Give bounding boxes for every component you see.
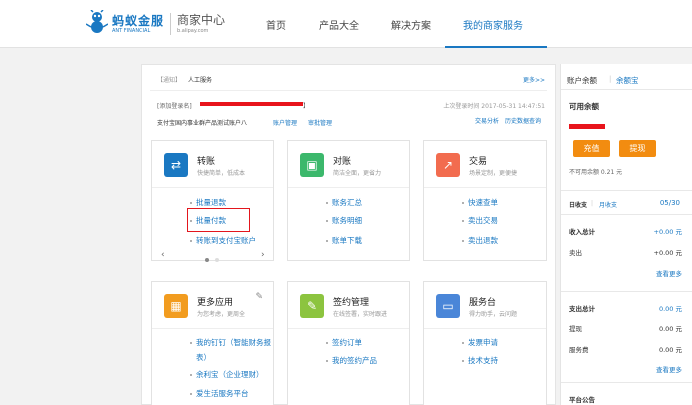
platform-notice-title: 平台公告 (569, 396, 595, 404)
history-data-link[interactable]: 历史数据查询 (505, 116, 541, 125)
link-batch-refund[interactable]: 批量退款 (190, 197, 226, 208)
card-subtitle: 场景定制，更便捷 (469, 170, 518, 177)
card-transfer: ⇄ 转账 快捷简单，低成本 批量退款 批量付款 转账到支付宝账户 ‹ › (151, 140, 274, 262)
expense-total-label: 支出总计 (569, 305, 595, 313)
income-total-label: 收入总计 (569, 228, 595, 236)
pager-next-icon[interactable]: › (261, 250, 265, 260)
tab-monthly[interactable]: 月收支 (599, 200, 617, 209)
withdraw-label: 提现 (569, 325, 582, 333)
card-title[interactable]: 对账 (333, 154, 351, 167)
tab-daily[interactable]: 日收支 (569, 200, 587, 209)
fee-label: 服务费 (569, 346, 589, 354)
link-ai-shenghuo[interactable]: 爱生活服务平台 (190, 388, 249, 399)
reconcile-icon: ▣ (300, 153, 324, 177)
pager-dot[interactable] (215, 258, 219, 262)
link-account-summary[interactable]: 账务汇总 (326, 197, 362, 208)
nav-solutions[interactable]: 解决方案 (391, 17, 431, 32)
logo[interactable]: 蚂蚁金服 ANT FINANCIAL 商家中心 b.alipay.com (85, 9, 226, 39)
withdraw-value: 0.00 元 (658, 325, 682, 333)
nav-products[interactable]: 产品大全 (319, 17, 359, 32)
card-service-desk: ▭ 服务台 得力助手，云问题 发票申请 技术支持 (423, 281, 547, 405)
view-more-expense-link[interactable]: 查看更多 (656, 364, 682, 374)
account-manage-link[interactable]: 账户管理 (273, 118, 297, 127)
link-quick-query[interactable]: 快速查单 (462, 197, 498, 208)
merchant-center-title: 商家中心 (177, 13, 226, 27)
sell-label: 卖出 (569, 249, 582, 257)
redacted-balance (569, 124, 605, 129)
apps-grid-icon: ▦ (164, 294, 188, 318)
notice-tag: 【通知】 (157, 77, 182, 84)
card-more-apps: ▦ 更多应用 为您考虑，更周全 ✎ 我的钉钉（智能财务报 表） 余利宝（企业理财… (151, 281, 274, 405)
service-desk-icon: ▭ (436, 294, 460, 318)
nav-active-indicator (445, 0, 547, 48)
card-subtitle: 为您考虑，更周全 (197, 311, 246, 318)
trade-chart-icon: ↗ (436, 153, 460, 177)
charge-button[interactable]: 充值 (573, 140, 610, 157)
notice-more-link[interactable]: 更多>> (523, 75, 545, 84)
link-sell-refund[interactable]: 卖出退款 (462, 235, 498, 246)
available-balance-label: 可用余额 (569, 102, 599, 111)
login-name-suffix: 】 (303, 103, 310, 110)
withdraw-button[interactable]: 提现 (619, 140, 656, 157)
link-account-detail[interactable]: 账务明细 (326, 215, 362, 226)
card-title[interactable]: 服务台 (469, 295, 496, 308)
fee-value: 0.00 元 (658, 346, 682, 354)
link-bill-download[interactable]: 账单下载 (326, 235, 362, 246)
link-invoice[interactable]: 发票申请 (462, 337, 498, 348)
tab-balance[interactable]: 账户余额 (567, 75, 597, 86)
brand-en: ANT FINANCIAL (112, 27, 151, 34)
tab-yuebao[interactable]: 余额宝 (616, 75, 639, 86)
top-bar: 蚂蚁金服 ANT FINANCIAL 商家中心 b.alipay.com 首页 产品… (0, 0, 692, 48)
brand-name: 蚂蚁金服 (112, 13, 165, 28)
expense-total-value: 0.00 元 (658, 305, 682, 313)
sell-value: +0.00 元 (653, 249, 683, 257)
link-yulibao[interactable]: 余利宝（企业理财） (190, 369, 264, 380)
contract-icon: ✎ (300, 294, 324, 318)
card-subtitle: 简洁全面，更省力 (333, 170, 382, 177)
card-subtitle: 得力助手，云问题 (469, 311, 518, 318)
login-name-prefix: [添加登录名] (157, 103, 192, 110)
card-reconcile: ▣ 对账 简洁全面，更省力 账务汇总 账务明细 账单下载 (287, 140, 410, 261)
pager-prev-icon[interactable]: ‹ (161, 250, 165, 260)
link-contract-orders[interactable]: 签约订单 (326, 337, 362, 348)
merchant-url: b.alipay.com (177, 28, 209, 34)
date-display: 05/30 (659, 199, 680, 207)
card-title[interactable]: 转账 (197, 154, 215, 167)
card-trade: ↗ 交易 场景定制，更便捷 快速查单 卖出交易 卖出退款 (423, 140, 547, 261)
audit-manage-link[interactable]: 审批管理 (308, 118, 332, 127)
card-contract: ✎ 签约管理 在线签署，实时跟进 签约订单 我的签约产品 (287, 281, 410, 405)
link-sell-trade[interactable]: 卖出交易 (462, 215, 498, 226)
redacted-account (200, 102, 303, 106)
edit-pencil-icon[interactable]: ✎ (255, 292, 263, 302)
link-tech-support[interactable]: 技术支持 (462, 355, 498, 366)
card-subtitle: 在线签署，实时跟进 (333, 311, 388, 318)
unavailable-balance: 不可用余额 0.21 元 (569, 169, 623, 176)
link-my-contracts[interactable]: 我的签约产品 (326, 355, 377, 366)
main-panel: 【通知】 人工服务 更多>> [添加登录名] 】 上次登录时间 2017-05-… (141, 64, 556, 405)
card-subtitle: 快捷简单，低成本 (197, 170, 246, 177)
card-title[interactable]: 交易 (469, 154, 487, 167)
account-sidebar: 账户余额 | 余额宝 可用余额 充值 提现 不可用余额 0.21 元 日收支 |… (560, 64, 692, 405)
card-title[interactable]: 签约管理 (333, 295, 369, 308)
view-more-income-link[interactable]: 查看更多 (656, 268, 682, 278)
nav-home[interactable]: 首页 (266, 17, 286, 32)
last-login-time: 上次登录时间 2017-05-31 14:47:51 (443, 103, 545, 110)
pager-dot-active[interactable] (205, 258, 209, 262)
transfer-icon: ⇄ (164, 153, 188, 177)
income-total-value: +0.00 元 (653, 228, 683, 236)
card-title[interactable]: 更多应用 (197, 295, 233, 308)
company-name: 支付宝国内事业群产品测试账户八 (157, 120, 248, 127)
link-dingding-cont[interactable]: 表） (196, 352, 211, 363)
notice-text[interactable]: 人工服务 (188, 75, 212, 84)
ant-logo-icon (85, 9, 109, 38)
highlight-box (187, 208, 250, 232)
trade-analysis-link[interactable]: 交易分析 (475, 116, 499, 125)
link-dingding[interactable]: 我的钉钉（智能财务报 (190, 337, 271, 348)
link-transfer-to-alipay[interactable]: 转账到支付宝账户 (190, 235, 256, 246)
